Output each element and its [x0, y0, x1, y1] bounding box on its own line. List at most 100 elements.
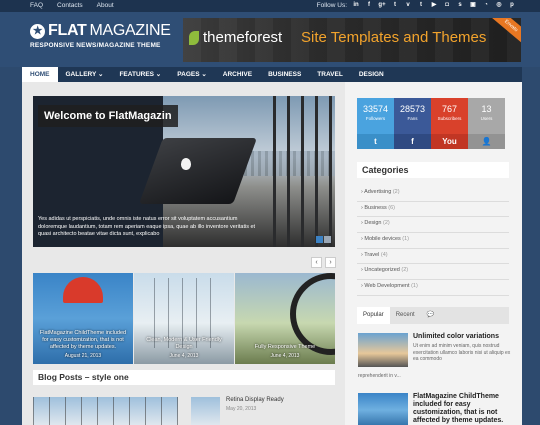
top-bar: FAQ Contacts About Follow Us: in f g+ t … — [0, 0, 540, 12]
facebook-icon[interactable]: f — [365, 1, 373, 9]
category-item[interactable]: › Uncategorized (2) — [357, 264, 509, 281]
carousel-card[interactable]: Clean, Modern & User Friendly Design Jun… — [134, 273, 234, 364]
instagram-icon[interactable]: ◘ — [443, 1, 451, 9]
apple-icon — [181, 158, 191, 170]
star-icon: ★ — [30, 23, 45, 39]
pinterest-icon[interactable]: p — [508, 1, 516, 9]
category-item[interactable]: › Advertising (2) — [357, 186, 509, 202]
twitter-icon: t — [357, 134, 394, 149]
popular-thumbnail[interactable] — [358, 393, 408, 425]
fans-label: Fans — [407, 116, 418, 121]
popular-post-title[interactable]: FlatMagazine ChildTheme included for eas… — [413, 393, 511, 425]
speech-bubble-icon[interactable]: 💬 — [421, 307, 440, 324]
nav-archive[interactable]: ARCHIVE — [215, 67, 260, 82]
nav-home[interactable]: HOME — [22, 67, 58, 82]
post-thumbnail[interactable] — [191, 397, 220, 425]
top-links: FAQ Contacts About — [30, 2, 114, 9]
faq-link[interactable]: FAQ — [30, 2, 43, 9]
fans-count: 28573 — [399, 104, 426, 114]
post-thumbnail[interactable] — [33, 397, 178, 425]
card-caption: Fully Responsive Theme — [254, 344, 316, 350]
site-header: ★ FLAT MAGAZINE RESPONSIVE NEWS/MAGAZINE … — [0, 12, 540, 67]
about-link[interactable]: About — [97, 2, 114, 9]
users-label: Users — [480, 116, 493, 121]
googleplus-icon[interactable]: g+ — [378, 1, 386, 9]
slider-dots — [316, 236, 331, 243]
site-logo[interactable]: ★ FLAT MAGAZINE RESPONSIVE NEWS/MAGAZINE … — [30, 22, 171, 49]
popular-post-text: Ut enim ad minim veniam, quis nostrud ex… — [413, 343, 511, 362]
follow-us: Follow Us: in f g+ t v t ▶ ◘ s ▣ ◔ ◎ p — [317, 1, 516, 9]
nav-business[interactable]: BUSINESS — [260, 67, 309, 82]
nav-gallery[interactable]: GALLERY ⌄ — [58, 67, 112, 82]
contacts-link[interactable]: Contacts — [57, 2, 83, 9]
card-date: June 4, 2013 — [169, 353, 199, 359]
carousel-card[interactable]: Fully Responsive Theme June 4, 2013 — [235, 273, 335, 364]
card-date: June 4, 2013 — [270, 353, 300, 359]
social-counters: 33574 Followers t 28573 Fans f 767 Subscrib… — [357, 98, 505, 149]
category-item[interactable]: › Business (6) — [357, 202, 509, 218]
side-post-title[interactable]: Retina Display Ready — [226, 397, 284, 403]
stumbleupon-icon[interactable]: s — [456, 1, 464, 9]
card-date: August 21, 2013 — [64, 353, 102, 359]
youtube-icon: You — [431, 134, 468, 149]
vimeo-icon[interactable]: v — [404, 1, 412, 9]
delicious-icon[interactable]: ▣ — [469, 1, 477, 9]
featured-slider[interactable]: Welcome to FlatMagazin Yes adidas ut per… — [33, 96, 335, 247]
card-caption: Clean, Modern & User Friendly Design — [146, 337, 222, 350]
category-item[interactable]: › Travel (4) — [357, 249, 509, 265]
carousel-cards: FlatMagazine ChildTheme included for eas… — [33, 273, 335, 364]
facebook-icon: f — [394, 134, 431, 149]
linkedin-icon[interactable]: in — [352, 1, 360, 9]
followers-label: Followers — [365, 116, 386, 121]
logo-bold: FLAT — [48, 22, 87, 39]
twitter-icon[interactable]: t — [391, 1, 399, 9]
prev-arrow-icon[interactable]: ‹ — [311, 257, 322, 268]
card-caption: FlatMagazine ChildTheme included for eas… — [39, 330, 127, 350]
next-arrow-icon[interactable]: › — [325, 257, 336, 268]
users-count: 13 — [481, 104, 492, 114]
widget-tabs: Popular Recent 💬 — [357, 307, 509, 324]
categories-list: › Advertising (2) › Business (6) › Desig… — [357, 186, 509, 296]
fans-counter[interactable]: 28573 Fans f — [394, 98, 431, 149]
side-post: Retina Display Ready May 20, 2013 — [226, 397, 284, 412]
leaf-icon — [189, 31, 199, 45]
youtube-icon[interactable]: ▶ — [430, 1, 438, 9]
slider-dot[interactable] — [324, 236, 331, 243]
nav-design[interactable]: DESIGN — [351, 67, 392, 82]
dribbble-icon[interactable]: ◎ — [495, 1, 503, 9]
followers-counter[interactable]: 33574 Followers t — [357, 98, 394, 149]
nav-pages[interactable]: PAGES ⌄ — [169, 67, 215, 82]
tab-recent[interactable]: Recent — [390, 307, 421, 324]
subscribers-count: 767 — [441, 104, 458, 114]
category-item[interactable]: › Web Development (1) — [357, 280, 509, 296]
users-counter[interactable]: 13 Users 👤 — [468, 98, 505, 149]
nav-features[interactable]: FEATURES ⌄ — [111, 67, 169, 82]
follow-label: Follow Us: — [316, 1, 347, 9]
tumblr-icon[interactable]: t — [417, 1, 425, 9]
categories-title: Categories — [357, 162, 509, 178]
sidebar: 33574 Followers t 28573 Fans f 767 Subscrib… — [345, 82, 522, 425]
user-icon: 👤 — [468, 134, 505, 149]
subscribers-counter[interactable]: 767 Subscribers You — [431, 98, 468, 149]
tab-popular[interactable]: Popular — [357, 307, 390, 324]
slider-dot[interactable] — [316, 236, 323, 243]
category-item[interactable]: › Mobile devices (1) — [357, 233, 509, 249]
carousel-arrows: ‹ › — [311, 257, 336, 268]
category-item[interactable]: › Design (2) — [357, 217, 509, 234]
popular-post-title[interactable]: Unlimited color variations — [413, 333, 511, 341]
themeforest-banner[interactable]: themeforest Site Templates and Themes En… — [183, 18, 521, 62]
banner-brand: themeforest — [203, 29, 283, 46]
nav-travel[interactable]: TRAVEL — [309, 67, 351, 82]
popular-post: Unlimited color variations Ut enim ad mi… — [413, 333, 511, 363]
popular-thumbnail[interactable] — [358, 333, 408, 367]
main-area: Welcome to FlatMagazin Yes adidas ut per… — [22, 82, 522, 425]
carousel-card[interactable]: FlatMagazine ChildTheme included for eas… — [33, 273, 133, 364]
followers-count: 33574 — [362, 104, 389, 114]
logo-thin: MAGAZINE — [89, 22, 171, 39]
site-tagline: RESPONSIVE NEWS/MAGAZINE THEME — [30, 42, 161, 49]
main-nav: HOME GALLERY ⌄ FEATURES ⌄ PAGES ⌄ ARCHIV… — [22, 67, 522, 82]
rss-icon[interactable]: ◔ — [482, 1, 490, 9]
slide-title[interactable]: Welcome to FlatMagazin — [38, 105, 178, 127]
subscribers-label: Subscribers — [437, 116, 462, 121]
popular-post: FlatMagazine ChildTheme included for eas… — [413, 393, 511, 425]
